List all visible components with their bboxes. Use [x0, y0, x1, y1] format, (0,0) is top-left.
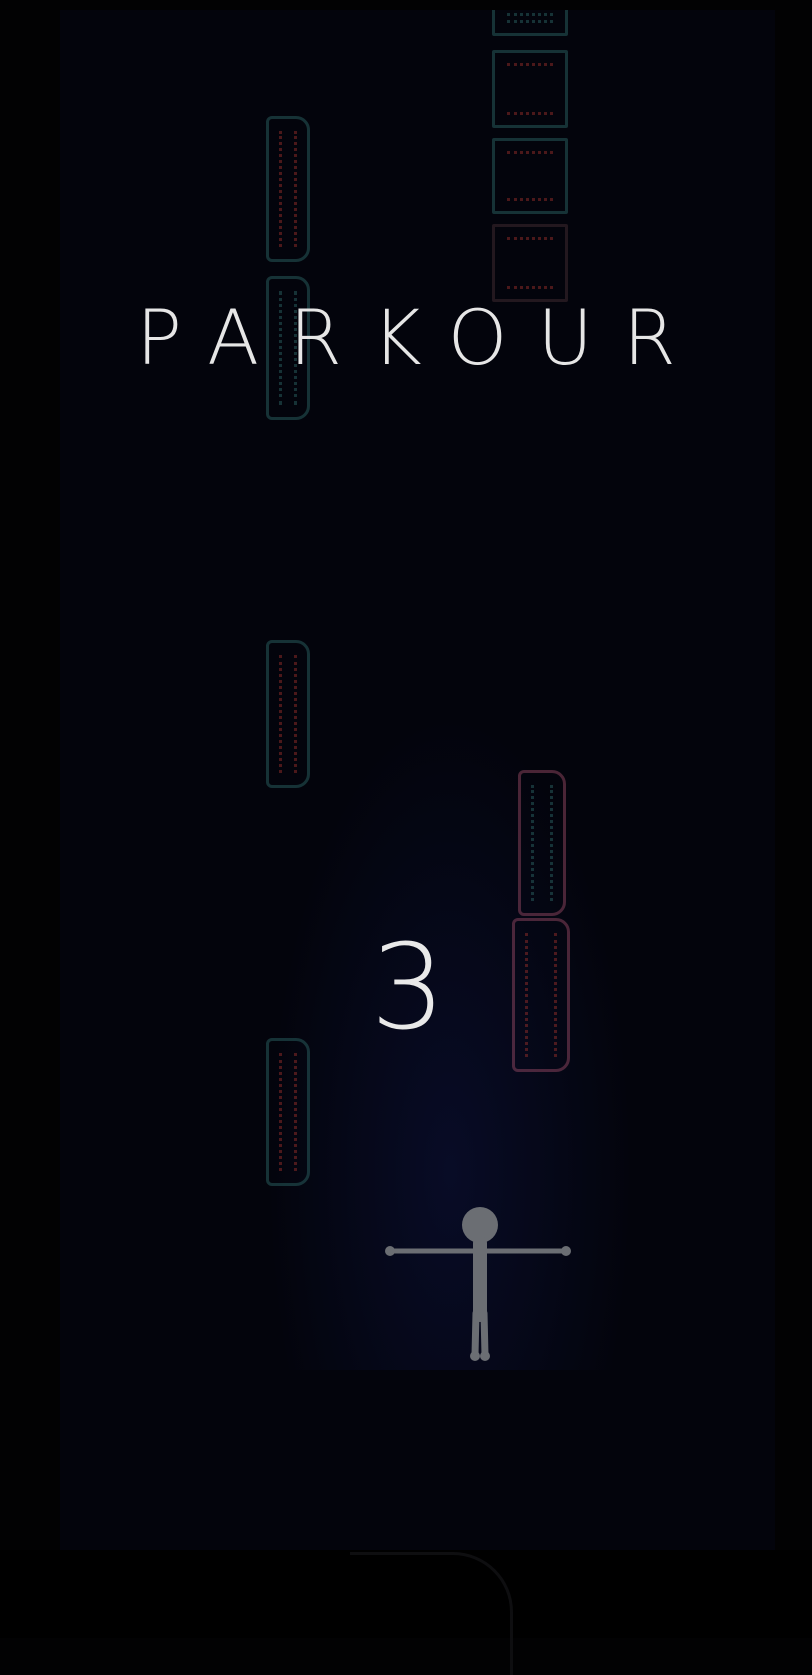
- game-viewport[interactable]: [60, 10, 775, 1550]
- neon-sign-icon: [266, 116, 310, 262]
- neon-sign-icon: [492, 138, 568, 214]
- neon-sign-icon: [266, 1038, 310, 1186]
- neon-sign-icon: [492, 50, 568, 128]
- home-gesture-edge: [350, 1552, 513, 1675]
- neon-sign-icon: [492, 10, 568, 36]
- neon-sign-icon: [518, 770, 566, 916]
- neon-sign-icon: [266, 640, 310, 788]
- runner-body: [385, 1207, 571, 1361]
- stick-figure-icon[interactable]: [380, 1205, 580, 1365]
- neon-sign-icon: [492, 224, 568, 302]
- countdown-number: 3: [370, 918, 446, 1056]
- game-title: PARKOUR: [136, 293, 706, 382]
